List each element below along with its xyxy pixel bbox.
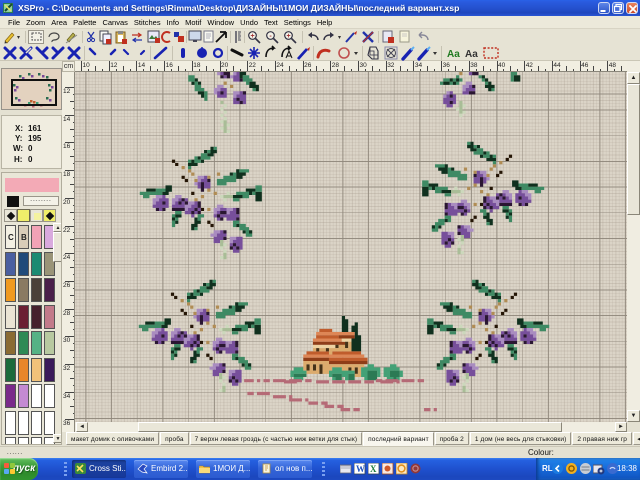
svg-text:W: W (356, 464, 365, 474)
svg-text:Aa: Aa (447, 49, 460, 60)
svg-text:Aa: Aa (465, 49, 478, 60)
svg-text:X: X (370, 464, 377, 474)
svg-text:+: + (250, 33, 254, 40)
svg-text:+: + (286, 33, 290, 40)
